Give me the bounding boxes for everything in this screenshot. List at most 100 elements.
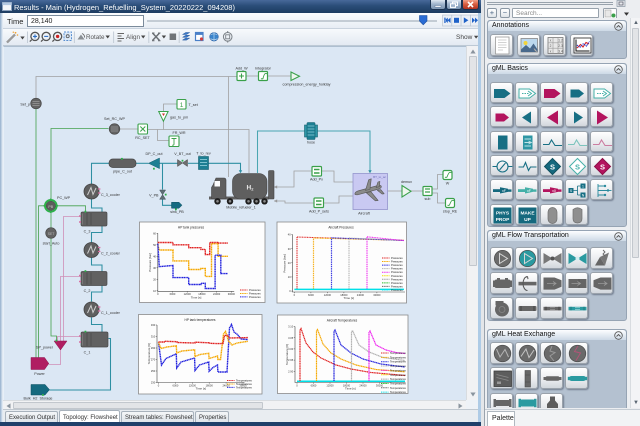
svg-text:2.90: 2.90 (288, 369, 294, 373)
svg-text:Temperatures: Temperatures (390, 377, 407, 381)
svg-text:24000: 24000 (357, 293, 365, 297)
svg-text:Temperatures: Temperatures (236, 385, 253, 389)
svg-text:Pressure [bar]: Pressure [bar] (148, 253, 152, 272)
svg-text:DP_C_out: DP_C_out (145, 152, 162, 156)
svg-text:Set_RC_WP: Set_RC_WP (104, 117, 125, 121)
svg-text:Time [s]: Time [s] (343, 296, 354, 300)
svg-text:310: 310 (151, 335, 156, 339)
svg-text:compression_energy_holiday: compression_energy_holiday (283, 83, 331, 87)
svg-text:FR_WR: FR_WR (172, 131, 185, 135)
svg-text:Pressure [bar]: Pressure [bar] (283, 254, 287, 273)
svg-text:1.2: 1.2 (558, 39, 563, 43)
svg-text:T_to_rev: T_to_rev (196, 152, 211, 156)
svg-text:Temperatures: Temperatures (390, 386, 407, 390)
svg-text:Temperatures: Temperatures (390, 364, 407, 368)
svg-text:UP: UP (524, 217, 531, 223)
svg-text:S: S (575, 162, 580, 171)
svg-text:30000: 30000 (373, 293, 381, 297)
svg-text:Pressures: Pressures (391, 284, 403, 288)
svg-text:Pressures: Pressures (391, 263, 403, 267)
svg-text:250: 250 (151, 369, 156, 373)
svg-text:Add_P_sets: Add_P_sets (309, 210, 329, 214)
svg-text:24000: 24000 (213, 292, 221, 296)
svg-text:2.3: 2.3 (558, 44, 563, 48)
svg-text:MAKE: MAKE (521, 210, 536, 216)
svg-text:330: 330 (151, 323, 156, 327)
svg-text:18000: 18000 (206, 383, 214, 387)
svg-text:pipe_C_out: pipe_C_out (113, 170, 132, 174)
svg-text:PROP: PROP (496, 217, 510, 223)
svg-text:2: 2 (550, 44, 552, 48)
svg-text:Pressures: Pressures (391, 277, 403, 281)
svg-text:3.10: 3.10 (288, 325, 294, 329)
svg-text:BT_to_ac: BT_to_ac (373, 175, 386, 179)
svg-text:hose: hose (307, 141, 315, 145)
svg-text:3.05: 3.05 (288, 336, 294, 340)
svg-text:24000: 24000 (359, 383, 367, 387)
svg-text:24000: 24000 (222, 383, 230, 387)
svg-text:gas_to_pm: gas_to_pm (170, 116, 188, 120)
svg-text:270: 270 (151, 358, 156, 362)
svg-text:6000: 6000 (311, 383, 317, 387)
svg-text:C_2: C_2 (84, 289, 91, 293)
svg-text:Integrator: Integrator (255, 67, 272, 71)
svg-text:V_PB: V_PB (149, 194, 159, 198)
svg-text:Pressures: Pressures (391, 281, 403, 285)
svg-text:230: 230 (151, 381, 156, 385)
svg-text:Aircraft Temperatures: Aircraft Temperatures (327, 319, 358, 323)
svg-text:6000: 6000 (308, 293, 314, 297)
svg-text:Temperature [K]: Temperature [K] (285, 344, 289, 366)
svg-text:Temperatures: Temperatures (236, 379, 253, 383)
svg-text:demux: demux (401, 180, 412, 184)
svg-text:1: 1 (582, 184, 584, 188)
svg-text:T_set: T_set (189, 103, 198, 107)
svg-text:6000: 6000 (173, 383, 179, 387)
svg-text:Aircraft: Aircraft (358, 212, 370, 216)
svg-text:C_2_cooler: C_2_cooler (101, 252, 121, 256)
svg-text:x0: x0 (552, 189, 556, 193)
svg-text:Power: Power (34, 372, 45, 376)
svg-text:Pressures: Pressures (391, 288, 403, 292)
svg-text:C_1_cooler: C_1_cooler (101, 311, 121, 315)
svg-text:Temperatures: Temperatures (390, 360, 407, 364)
svg-text:Temperatures: Temperatures (390, 355, 407, 359)
svg-text:12000: 12000 (324, 293, 332, 297)
svg-text:HP tank temperatures: HP tank temperatures (185, 318, 216, 322)
svg-text:PB: PB (48, 205, 53, 209)
svg-text:SET: SET (48, 232, 55, 236)
svg-text:stop_RE: stop_RE (443, 210, 458, 214)
svg-text:Temperature [K]: Temperature [K] (147, 343, 151, 365)
svg-text:Pressures: Pressures (249, 288, 261, 292)
svg-text:Time [s]: Time [s] (345, 387, 356, 391)
svg-text:Set_p: Set_p (20, 103, 30, 107)
svg-text:Pressures: Pressures (391, 256, 403, 260)
svg-text:PHYS: PHYS (496, 210, 510, 216)
svg-text:W: W (446, 182, 450, 186)
svg-text:Temperatures: Temperatures (390, 390, 407, 394)
svg-text:Add_W: Add_W (235, 67, 248, 71)
svg-text:PC_WP: PC_WP (57, 196, 71, 200)
svg-text:Pressures: Pressures (249, 295, 261, 299)
svg-text:HP tank pressures: HP tank pressures (178, 226, 205, 230)
svg-text:Pressures: Pressures (249, 291, 261, 295)
svg-text:30000: 30000 (376, 383, 384, 387)
svg-text:Mobile_refueler_1: Mobile_refueler_1 (226, 205, 256, 209)
svg-text:Time [s]: Time [s] (191, 296, 202, 300)
svg-text:12000: 12000 (326, 383, 334, 387)
svg-text:C_3: C_3 (84, 230, 91, 234)
svg-text:Align: Align (126, 34, 140, 41)
svg-text:30000: 30000 (228, 292, 236, 296)
svg-text:RC_SET: RC_SET (135, 136, 150, 140)
svg-text:Pressures: Pressures (391, 260, 403, 264)
svg-text:sink_PB: sink_PB (170, 210, 184, 214)
svg-text:S: S (550, 162, 555, 171)
svg-text:C_1: C_1 (84, 351, 91, 355)
svg-text:Aircraft Pressures: Aircraft Pressures (328, 226, 354, 230)
svg-text:Pressures: Pressures (391, 270, 403, 274)
svg-text:Temperatures: Temperatures (390, 351, 407, 355)
svg-text:V_BT_out: V_BT_out (174, 152, 190, 156)
svg-text:6000: 6000 (170, 292, 176, 296)
svg-text:sub: sub (425, 197, 431, 201)
svg-text:Time [s]: Time [s] (195, 387, 206, 391)
svg-text:3.4: 3.4 (558, 49, 563, 53)
